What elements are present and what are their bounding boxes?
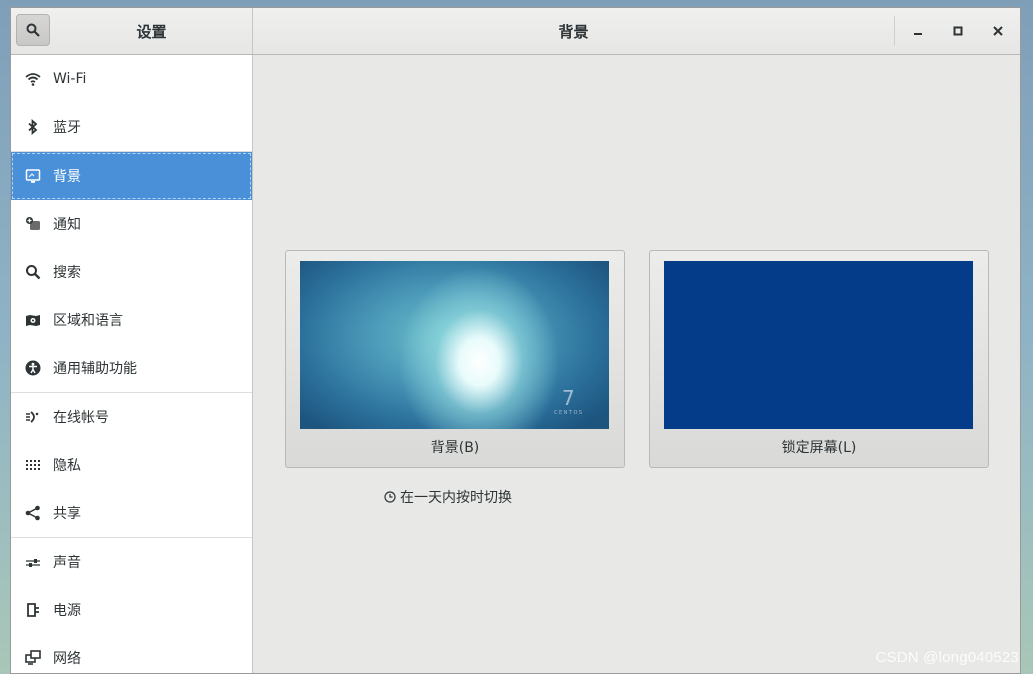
sidebar-item-privacy[interactable]: 隐私 <box>11 441 252 489</box>
sidebar-item-sharing[interactable]: 共享 <box>11 489 252 537</box>
minimize-button[interactable] <box>902 16 934 46</box>
sidebar-item-accessibility[interactable]: 通用辅助功能 <box>11 344 252 392</box>
background-preview: 7 CENTOS <box>300 261 609 429</box>
privacy-icon <box>25 457 41 473</box>
wifi-icon <box>25 71 41 87</box>
search-icon <box>26 23 40 37</box>
sidebar-item-bluetooth[interactable]: 蓝牙 <box>11 103 252 151</box>
sidebar-item-background[interactable]: 背景 <box>11 152 252 200</box>
titlebar-separator <box>894 16 895 46</box>
sidebar-item-online-accounts[interactable]: 在线帐号 <box>11 393 252 441</box>
lock-screen-chooser-button[interactable]: 锁定屏幕(L) <box>649 250 989 468</box>
sidebar-item-notifications[interactable]: 通知 <box>11 200 252 248</box>
settings-window: 设置 背景 Wi-Fi 蓝牙 背景 通知 搜索 区域和语言 通用辅助功能 在线帐… <box>10 7 1021 674</box>
centos-logo: 7 CENTOS <box>554 386 584 416</box>
background-label: 背景(B) <box>430 440 480 456</box>
sidebar-title: 设置 <box>136 22 167 41</box>
timed-wallpaper-hint: 在一天内按时切换 <box>384 487 512 507</box>
online-accounts-icon <box>25 409 41 425</box>
sidebar-item-label: 共享 <box>53 506 81 522</box>
maximize-button[interactable] <box>942 16 974 46</box>
bluetooth-icon <box>25 119 41 135</box>
sidebar-item-label: 通用辅助功能 <box>53 361 137 377</box>
sidebar-header: 设置 <box>11 8 253 54</box>
sound-icon <box>25 554 41 570</box>
close-icon <box>993 26 1003 36</box>
close-button[interactable] <box>982 16 1014 46</box>
sidebar-item-label: 声音 <box>53 555 81 571</box>
notification-icon <box>25 216 41 232</box>
sidebar-item-label: 在线帐号 <box>53 410 109 426</box>
search-button[interactable] <box>16 14 50 46</box>
sidebar-item-label: 网络 <box>53 651 81 667</box>
svg-text:CENTOS: CENTOS <box>554 410 584 416</box>
timed-wallpaper-label: 在一天内按时切换 <box>400 490 512 506</box>
share-icon <box>25 505 41 521</box>
sidebar-item-label: 电源 <box>53 603 81 619</box>
watermark: CSDN @long040523 <box>875 649 1019 666</box>
region-icon <box>25 312 41 328</box>
sidebar-item-label: Wi-Fi <box>53 71 87 87</box>
sidebar-item-search[interactable]: 搜索 <box>11 248 252 296</box>
sidebar-item-wifi[interactable]: Wi-Fi <box>11 55 252 103</box>
sidebar-item-power[interactable]: 电源 <box>11 586 252 634</box>
sidebar-item-network[interactable]: 网络 <box>11 634 252 673</box>
sidebar-item-label: 区域和语言 <box>53 313 123 329</box>
network-icon <box>25 650 41 666</box>
sidebar-item-label: 蓝牙 <box>53 120 81 136</box>
sidebar-item-label: 搜索 <box>53 265 81 281</box>
sidebar-item-sound[interactable]: 声音 <box>11 538 252 586</box>
lock-screen-preview <box>664 261 973 429</box>
background-chooser-button[interactable]: 7 CENTOS 背景(B) <box>285 250 625 468</box>
svg-text:7: 7 <box>562 386 575 410</box>
lock-screen-label: 锁定屏幕(L) <box>781 440 857 456</box>
minimize-icon <box>914 33 922 35</box>
accessibility-icon <box>25 360 41 376</box>
search-icon <box>25 264 41 280</box>
page-title: 背景 <box>558 22 589 41</box>
power-icon <box>25 602 41 618</box>
sidebar-item-label: 通知 <box>53 217 81 233</box>
background-icon <box>25 168 41 184</box>
sidebar-item-label: 背景 <box>53 169 81 185</box>
background-panel: 7 CENTOS 背景(B) 锁定屏幕(L) 在一天内按时切换 <box>253 55 1020 673</box>
header-bar: 设置 背景 <box>11 8 1020 55</box>
clock-icon <box>384 491 396 503</box>
sidebar-item-region[interactable]: 区域和语言 <box>11 296 252 344</box>
maximize-icon <box>953 26 963 36</box>
sidebar-item-label: 隐私 <box>53 458 81 474</box>
sidebar: Wi-Fi 蓝牙 背景 通知 搜索 区域和语言 通用辅助功能 在线帐号 隐私 共… <box>11 55 253 673</box>
